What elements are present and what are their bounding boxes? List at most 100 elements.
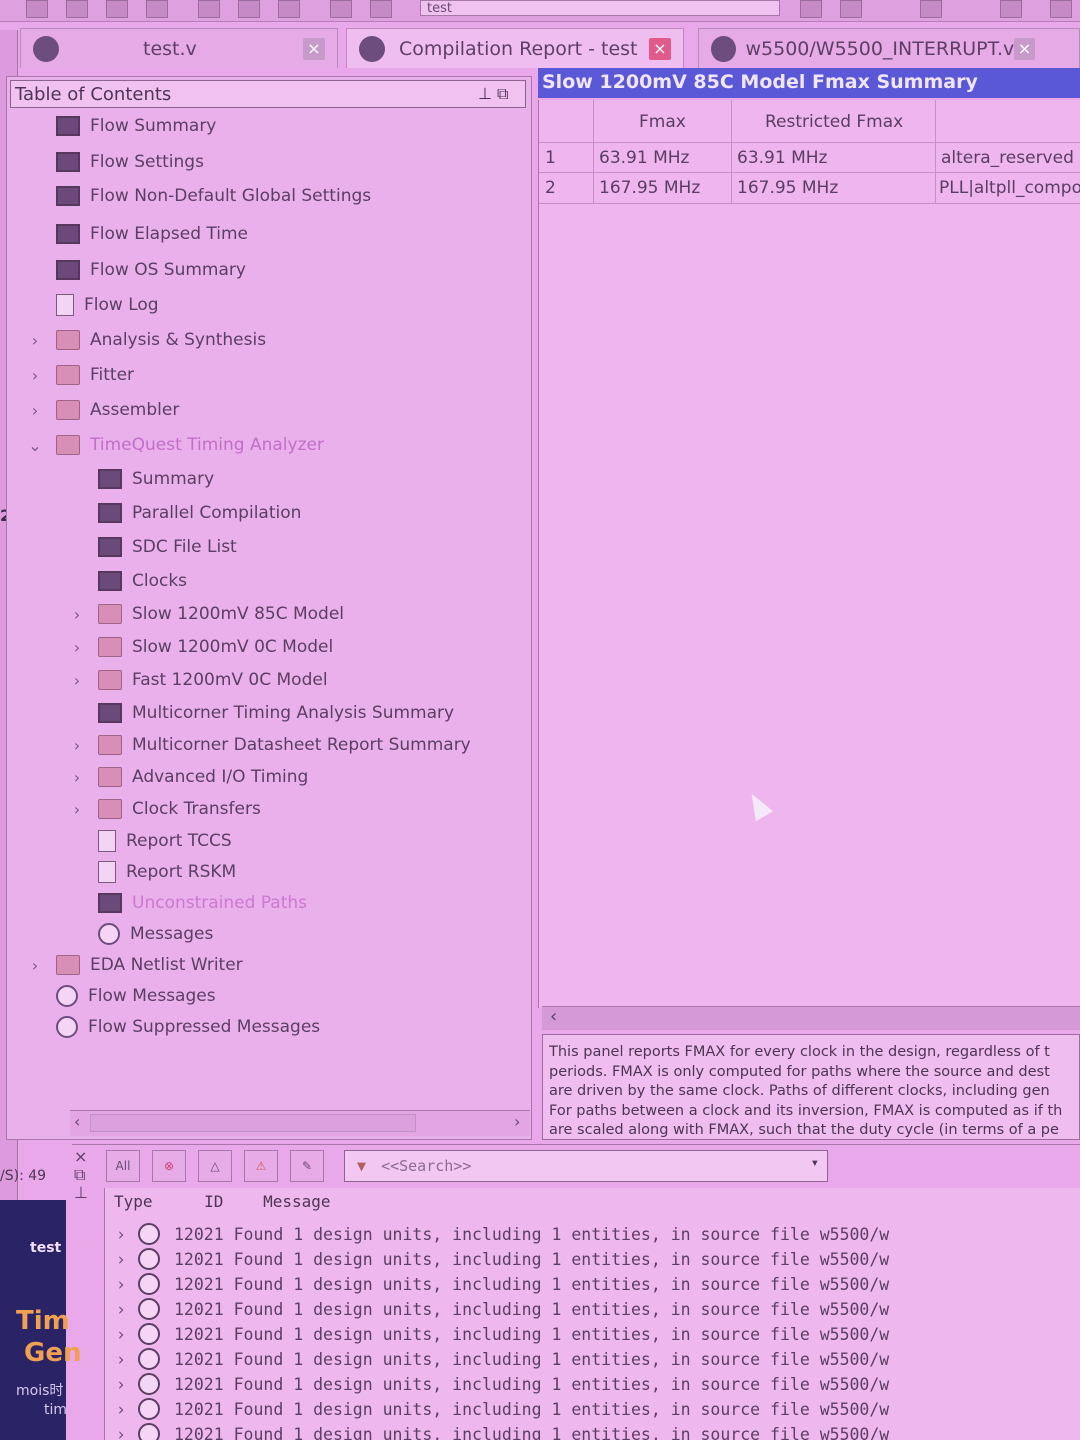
toc-item[interactable]: › Multicorner Datasheet Report Summary (70, 730, 471, 760)
toc-item[interactable]: › Fast 1200mV 0C Model (70, 665, 328, 695)
chip-planner-icon[interactable] (1000, 0, 1022, 18)
scroll-left-icon[interactable]: ‹ (550, 1006, 557, 1027)
messages-window-controls[interactable]: × ⧉ ⊥ (74, 1148, 88, 1202)
settings-icon[interactable] (1050, 0, 1072, 18)
toc-item[interactable]: Flow Non-Default Global Settings (28, 181, 371, 211)
filter-all-button[interactable]: All (106, 1150, 140, 1182)
cell-clock-name[interactable]: PLL|altpll_compo (939, 178, 1080, 198)
chevron-right-icon[interactable]: › (116, 1350, 138, 1369)
tab-compilation-report[interactable]: Compilation Report - test × (346, 28, 684, 68)
suppress-filter-icon[interactable]: ✎ (290, 1150, 324, 1182)
column-header-type[interactable]: Type (114, 1192, 153, 1211)
chevron-right-icon[interactable]: › (28, 401, 42, 420)
chevron-down-icon[interactable]: ▾ (811, 1155, 819, 1171)
chevron-right-icon[interactable]: › (116, 1225, 138, 1244)
chevron-right-icon[interactable]: › (28, 366, 42, 385)
chevron-right-icon[interactable]: › (70, 638, 84, 657)
close-icon[interactable]: × (649, 37, 671, 60)
chevron-right-icon[interactable]: › (70, 736, 84, 755)
message-row[interactable]: › 12021 Found 1 design units, including 1… (116, 1297, 889, 1321)
chevron-right-icon[interactable]: › (116, 1250, 138, 1269)
scrollbar-thumb[interactable] (90, 1114, 416, 1132)
chevron-right-icon[interactable]: › (70, 605, 84, 624)
toc-item[interactable]: Flow Suppressed Messages (28, 1012, 320, 1042)
open-folder-icon[interactable] (66, 0, 88, 18)
pin-icon[interactable]: ⊥ ⧉ (478, 84, 508, 104)
tab-w5500-interrupt[interactable]: w5500/W5500_INTERRUPT.v × (698, 28, 1080, 68)
message-row[interactable]: › 12021 Found 1 design units, including 1… (116, 1347, 889, 1371)
report-horizontal-scrollbar[interactable] (542, 1006, 1080, 1030)
message-search-input[interactable]: ▼ <<Search>> ▾ (344, 1150, 828, 1182)
chevron-right-icon[interactable]: › (70, 671, 84, 690)
message-row[interactable]: › 12021 Found 1 design units, including 1… (116, 1397, 889, 1421)
warning-filter-icon[interactable]: ⚠ (244, 1150, 278, 1182)
chevron-right-icon[interactable]: › (116, 1400, 138, 1419)
toc-item[interactable]: Report RSKM (70, 857, 236, 887)
chevron-down-icon[interactable]: ⌄ (28, 436, 42, 455)
toc-item[interactable]: Flow Elapsed Time (28, 219, 248, 249)
toc-item[interactable]: ⌄ TimeQuest Timing Analyzer (28, 430, 324, 460)
toc-item[interactable]: › Clock Transfers (70, 794, 261, 824)
message-row[interactable]: › 12021 Found 1 design units, including 1… (116, 1322, 889, 1346)
paste-icon[interactable] (278, 0, 300, 18)
toc-item[interactable]: Report TCCS (70, 826, 232, 856)
redo-icon[interactable] (370, 0, 392, 18)
toc-item[interactable]: › Assembler (28, 395, 179, 425)
new-file-icon[interactable] (26, 0, 48, 18)
chevron-right-icon[interactable]: › (28, 331, 42, 350)
cell-restricted-fmax[interactable]: 63.91 MHz (737, 148, 827, 168)
toc-item[interactable]: SDC File List (70, 532, 237, 562)
message-row[interactable]: › 12021 Found 1 design units, including 1… (116, 1222, 889, 1246)
toc-item[interactable]: › Slow 1200mV 85C Model (70, 599, 344, 629)
column-header-id[interactable]: ID (204, 1192, 223, 1211)
critical-warning-filter-icon[interactable]: △ (198, 1150, 232, 1182)
toc-item[interactable]: Messages (70, 919, 213, 949)
toc-item[interactable]: › Advanced I/O Timing (70, 762, 308, 792)
toc-item[interactable]: Flow Summary (28, 111, 216, 141)
chevron-right-icon[interactable]: › (116, 1325, 138, 1344)
chevron-right-icon[interactable]: › (116, 1275, 138, 1294)
toc-item[interactable]: › Fitter (28, 360, 134, 390)
chevron-right-icon[interactable]: › (116, 1375, 138, 1394)
close-icon[interactable]: × (303, 37, 325, 60)
toc-item[interactable]: › Analysis & Synthesis (28, 325, 266, 355)
message-row[interactable]: › 12021 Found 1 design units, including 1… (116, 1372, 889, 1396)
toc-item[interactable]: Multicorner Timing Analysis Summary (70, 698, 454, 728)
undo-icon[interactable] (330, 0, 352, 18)
toc-item[interactable]: Clocks (70, 566, 187, 596)
scroll-right-icon[interactable]: › (514, 1112, 520, 1131)
cell-fmax[interactable]: 167.95 MHz (599, 178, 700, 198)
chevron-right-icon[interactable]: › (70, 800, 84, 819)
tab-test-v[interactable]: test.v × (20, 28, 338, 68)
scroll-left-icon[interactable]: ‹ (74, 1112, 80, 1131)
column-header-restricted-fmax[interactable]: Restricted Fmax (765, 112, 903, 132)
compile-icon[interactable] (800, 0, 822, 18)
chevron-right-icon[interactable]: › (28, 956, 42, 975)
toc-item[interactable]: Flow Log (28, 290, 159, 320)
toc-item[interactable]: Flow OS Summary (28, 255, 246, 285)
message-row[interactable]: › 12021 Found 1 design units, including 1… (116, 1247, 889, 1271)
chevron-right-icon[interactable]: › (70, 768, 84, 787)
analysis-icon[interactable] (840, 0, 862, 18)
chevron-right-icon[interactable]: › (116, 1425, 138, 1440)
message-row[interactable]: › 12021 Found 1 design units, including 1… (116, 1422, 889, 1440)
message-row[interactable]: › 12021 Found 1 design units, including 1… (116, 1272, 889, 1296)
programmer-icon[interactable] (920, 0, 942, 18)
toc-item[interactable]: › Slow 1200mV 0C Model (70, 632, 333, 662)
save-icon[interactable] (106, 0, 128, 18)
column-header-fmax[interactable]: Fmax (639, 112, 686, 132)
toc-item[interactable]: Parallel Compilation (70, 498, 301, 528)
cell-clock-name[interactable]: altera_reserved (941, 148, 1080, 168)
error-filter-icon[interactable]: ⊗ (152, 1150, 186, 1182)
save-all-icon[interactable] (146, 0, 168, 18)
cell-fmax[interactable]: 63.91 MHz (599, 148, 689, 168)
cell-restricted-fmax[interactable]: 167.95 MHz (737, 178, 838, 198)
cut-icon[interactable] (198, 0, 220, 18)
toc-item[interactable]: › EDA Netlist Writer (28, 950, 243, 980)
toc-item[interactable]: Flow Messages (28, 981, 216, 1011)
toc-item[interactable]: Summary (70, 464, 214, 494)
close-icon[interactable]: × (1014, 37, 1035, 60)
toc-item[interactable]: Unconstrained Paths (70, 888, 307, 918)
chevron-right-icon[interactable]: › (116, 1300, 138, 1319)
toc-item[interactable]: Flow Settings (28, 147, 204, 177)
